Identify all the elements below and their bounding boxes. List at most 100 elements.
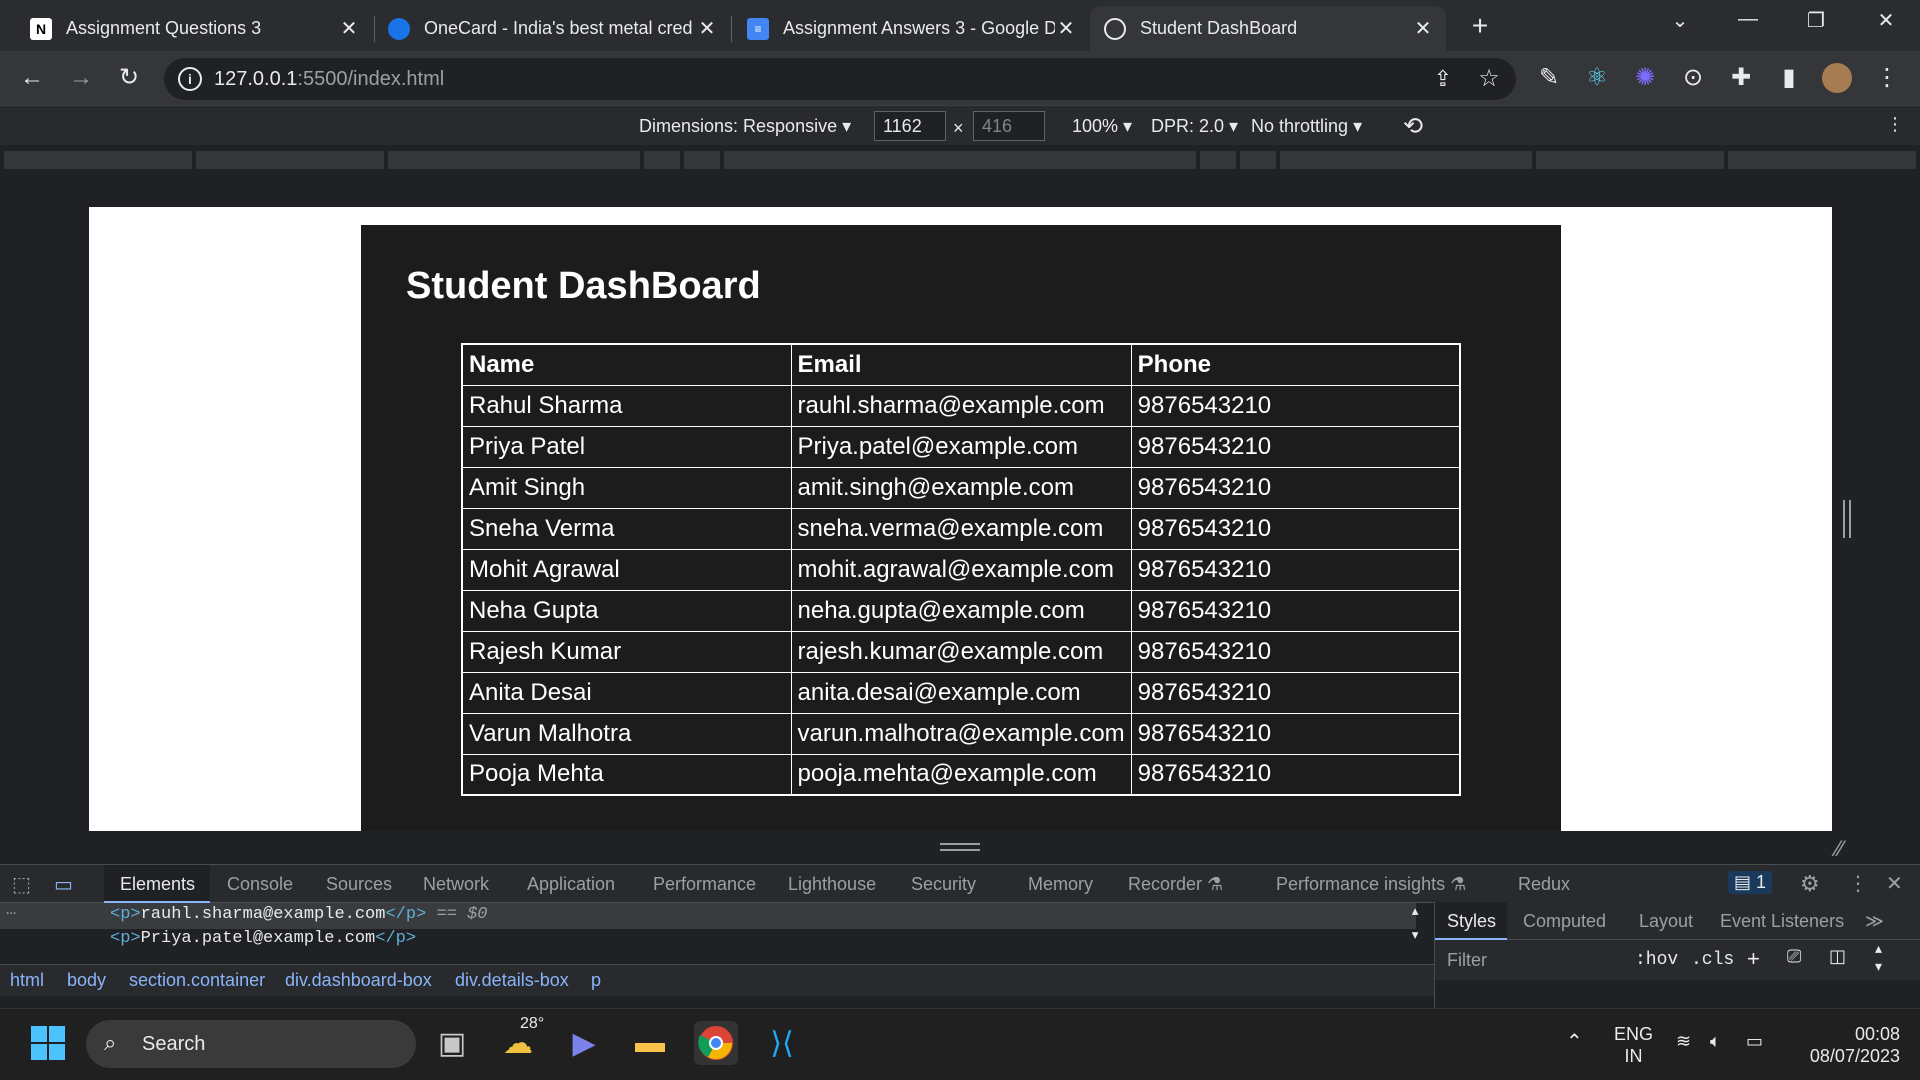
battery-icon[interactable]: ▭ [1746,1031,1763,1052]
media-query-segment[interactable] [1200,151,1236,169]
clock[interactable]: 00:08 08/07/2023 [1790,1023,1900,1067]
tab-sources[interactable]: Sources [326,874,392,895]
volume-icon[interactable]: 🔈︎ [1710,1031,1721,1052]
viewport-corner-resize-handle[interactable]: ⁄⁄ [1836,836,1843,862]
vscode-icon[interactable]: ⟩⟨ [760,1021,804,1065]
media-query-segment[interactable] [724,151,1196,169]
dimensions-dropdown[interactable]: Dimensions: Responsive ▾ [639,116,851,137]
weather-icon[interactable]: 28° ☁ [496,1015,544,1065]
breadcrumb-html[interactable]: html [10,970,44,991]
dom-ellipsis-icon[interactable]: … [6,901,16,920]
tab-performance[interactable]: Performance [653,874,756,895]
react-devtools-icon[interactable]: ⚛ [1582,63,1612,93]
tab-student-dashboard[interactable]: Student DashBoard ✕ [1090,6,1446,51]
taskbar-search[interactable]: ⌕ Search [86,1020,416,1068]
media-query-segment[interactable] [684,151,720,169]
tab-event-listeners[interactable]: Event Listeners [1720,911,1844,932]
site-info-icon[interactable]: i [178,67,202,91]
breadcrumb-p[interactable]: p [591,970,601,991]
device-options-icon[interactable]: ⋮ [1886,114,1904,135]
tab-network[interactable]: Network [423,874,489,895]
forward-button[interactable]: → [66,63,96,93]
teams-chat-icon[interactable]: ▶ [562,1021,606,1065]
share-icon[interactable]: ⇪ [1428,64,1458,94]
tab-assignment-answers[interactable]: ≡ Assignment Answers 3 - Google D ✕ [733,6,1089,51]
scroll-up-icon[interactable]: ▴ [1410,901,1420,922]
media-query-segment[interactable] [644,151,680,169]
filter-input[interactable]: Filter [1447,950,1487,971]
viewport-width-resize-handle[interactable] [1843,500,1851,538]
tab-computed[interactable]: Computed [1523,911,1606,932]
media-query-segment[interactable] [196,151,384,169]
tab-application[interactable]: Application [527,874,615,895]
maximize-button[interactable]: ❐ [1796,8,1836,33]
breadcrumb-details-box[interactable]: div.details-box [455,970,569,991]
extension-icon[interactable]: ✺ [1630,63,1660,93]
close-icon[interactable]: ✕ [338,16,360,41]
scroll-up-icon[interactable]: ▴ [1875,940,1882,957]
tab-onecard[interactable]: OneCard - India's best metal cred ✕ [374,6,730,51]
device-toggle-icon[interactable]: ▭ [54,872,73,897]
viewport-height-resize-handle[interactable] [940,843,980,851]
more-tabs-icon[interactable]: ≫ [1865,911,1884,932]
windows-start-icon[interactable] [26,1021,70,1065]
media-query-segment[interactable] [1728,151,1916,169]
show-hidden-icons-chevron-icon[interactable]: ⌃ [1566,1029,1583,1054]
close-window-button[interactable]: ✕ [1866,8,1906,33]
close-icon[interactable]: ✕ [1412,16,1434,41]
kebab-menu-icon[interactable]: ⋮ [1872,63,1902,93]
hov-toggle[interactable]: :hov [1635,950,1678,970]
paint-icon[interactable]: ⎚ [1787,946,1801,967]
tab-search-chevron-icon[interactable]: ⌄ [1660,8,1700,33]
cls-toggle[interactable]: .cls [1691,950,1734,970]
close-icon[interactable]: ✕ [696,16,718,41]
address-bar[interactable]: i 127.0.0.1:5500/index.html ⇪ ☆ [164,58,1516,100]
new-tab-button[interactable]: + [1460,10,1500,42]
height-input[interactable]: 416 [973,111,1045,141]
extensions-puzzle-icon[interactable]: ✚ [1726,63,1756,93]
settings-gear-icon[interactable]: ⚙ [1800,871,1820,897]
media-query-segment[interactable] [4,151,192,169]
breadcrumb-dashboard-box[interactable]: div.dashboard-box [285,970,432,991]
width-input[interactable]: 1162 [874,111,946,141]
wifi-icon[interactable]: ≋ [1676,1031,1691,1052]
devtools-menu-icon[interactable]: ⋮ [1848,871,1868,896]
scroll-down-icon[interactable]: ▾ [1875,958,1882,975]
chrome-icon[interactable] [694,1021,738,1065]
breadcrumb-section[interactable]: section.container [129,970,265,991]
file-explorer-icon[interactable]: ▬ [628,1021,672,1065]
new-rule-icon[interactable]: + [1747,946,1760,972]
tab-memory[interactable]: Memory [1028,874,1093,895]
tab-redux[interactable]: Redux [1518,874,1570,895]
media-query-segment[interactable] [1240,151,1276,169]
tab-performance-insights[interactable]: Performance insights ⚗ [1276,874,1466,895]
minimize-button[interactable]: — [1728,8,1768,31]
language-indicator[interactable]: ENG IN [1614,1023,1653,1067]
media-query-segment[interactable] [1280,151,1532,169]
tab-recorder[interactable]: Recorder ⚗ [1128,874,1223,895]
tab-assignment-questions[interactable]: N Assignment Questions 3 ✕ [16,6,372,51]
dpr-dropdown[interactable]: DPR: 2.0 ▾ [1151,116,1238,137]
reload-button[interactable]: ↻ [114,63,144,93]
back-button[interactable]: ← [17,63,47,93]
media-query-segment[interactable] [388,151,640,169]
scroll-down-icon[interactable]: ▾ [1410,925,1420,946]
zoom-dropdown[interactable]: 100% ▾ [1072,116,1132,137]
dom-node[interactable]: <p>Priya.patel@example.com</p> [110,929,416,948]
rotate-icon[interactable]: ⟲ [1403,112,1423,141]
media-query-segment[interactable] [1536,151,1724,169]
throttling-dropdown[interactable]: No throttling ▾ [1251,116,1362,137]
tab-styles[interactable]: Styles [1447,911,1496,932]
task-view-icon[interactable]: ▣ [430,1021,474,1065]
tab-lighthouse[interactable]: Lighthouse [788,874,876,895]
tab-layout[interactable]: Layout [1639,911,1693,932]
tab-elements[interactable]: Elements [120,874,195,895]
issues-badge[interactable]: ▤ 1 [1728,871,1773,894]
pen-extension-icon[interactable]: ✎ [1534,63,1564,93]
tab-console[interactable]: Console [227,874,293,895]
side-panel-icon[interactable]: ▮ [1774,63,1804,93]
inspect-element-icon[interactable]: ⬚ [12,872,31,897]
breadcrumb-body[interactable]: body [67,970,106,991]
profile-avatar[interactable] [1822,63,1852,93]
glasses-extension-icon[interactable]: ⊙ [1678,63,1708,93]
